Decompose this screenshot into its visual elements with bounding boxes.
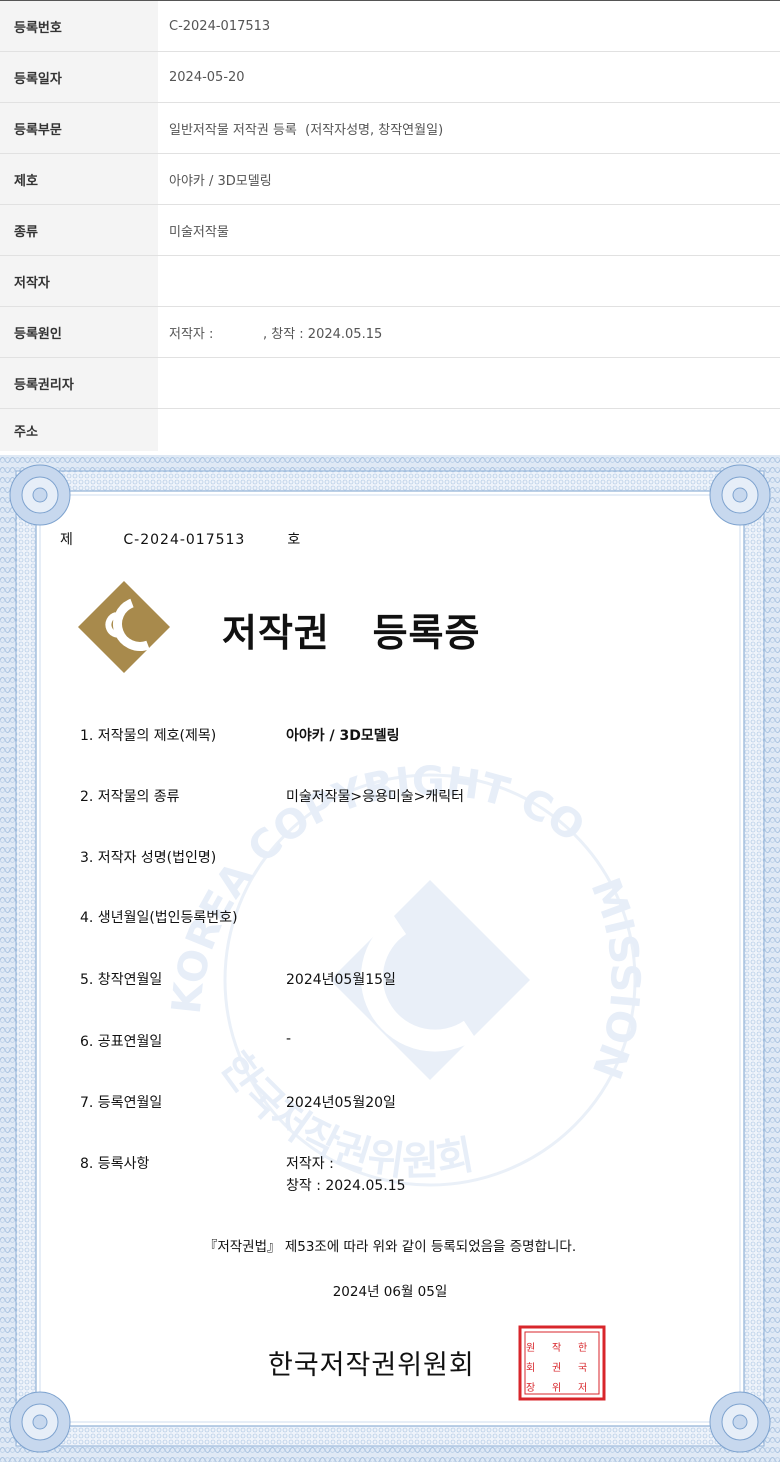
info-label: 등록번호 bbox=[0, 1, 158, 51]
info-row-rights-holder: 등록권리자 bbox=[0, 358, 780, 409]
field-value-registration-items: 저작자 : bbox=[286, 1156, 334, 1172]
info-label: 제호 bbox=[0, 154, 158, 204]
info-row-author: 저작자 bbox=[0, 256, 780, 307]
info-row-title: 제호 아야카 / 3D모델링 bbox=[0, 154, 780, 205]
registration-info-table: 등록번호 C-2024-017513 등록일자 2024-05-20 등록부문 … bbox=[0, 0, 780, 451]
certificate-statement: 『저작권법』 제53조에 따라 위와 같이 등록되었음을 증명합니다. bbox=[203, 1239, 577, 1255]
reg-suffix: 호 bbox=[287, 532, 301, 548]
info-value: 일반저작물 저작권 등록 (저작자성명, 창작연월일) bbox=[169, 122, 444, 138]
field-label-registration-items: 8. 등록사항 bbox=[80, 1156, 150, 1172]
field-value-creation-date: 2024년05월15일 bbox=[286, 972, 396, 988]
field-value-publication-date: - bbox=[286, 1031, 292, 1047]
field-label-author: 3. 저작자 성명(법인명) bbox=[80, 850, 217, 866]
info-label: 주소 bbox=[0, 409, 158, 451]
seal-char: 원 bbox=[526, 1342, 535, 1354]
field-value-registration-items-2: 창작 : 2024.05.15 bbox=[286, 1178, 406, 1194]
info-label: 등록일자 bbox=[0, 52, 158, 102]
info-label: 등록권리자 bbox=[0, 358, 158, 408]
seal-char: 회 bbox=[526, 1362, 535, 1374]
official-seal-icon: 한국저 작권위 원회장 bbox=[518, 1325, 606, 1401]
info-label: 등록원인 bbox=[0, 307, 158, 357]
seal-char: 위 bbox=[552, 1381, 561, 1394]
field-value-title: 아야카 / 3D모델링 bbox=[286, 728, 400, 744]
seal-char: 장 bbox=[526, 1382, 535, 1394]
field-label-birthdate: 4. 생년월일(법인등록번호) bbox=[80, 910, 238, 926]
info-label: 종류 bbox=[0, 205, 158, 255]
reg-prefix: 제 bbox=[60, 532, 74, 548]
info-value: 저작자 : , 창작 : 2024.05.15 bbox=[169, 326, 383, 342]
info-row-reg-category: 등록부문 일반저작물 저작권 등록 (저작자성명, 창작연월일) bbox=[0, 103, 780, 154]
info-row-kind: 종류 미술저작물 bbox=[0, 205, 780, 256]
info-value: 아야카 / 3D모델링 bbox=[169, 173, 272, 189]
field-label-publication-date: 6. 공표연월일 bbox=[80, 1034, 163, 1050]
field-label-creation-date: 5. 창작연월일 bbox=[80, 972, 163, 988]
reg-number: C-2024-017513 bbox=[123, 532, 246, 548]
info-value bbox=[158, 409, 780, 451]
info-row-reg-number: 등록번호 C-2024-017513 bbox=[0, 1, 780, 52]
seal-char: 작 bbox=[552, 1342, 561, 1354]
field-label-registration-date: 7. 등록연월일 bbox=[80, 1095, 163, 1111]
info-row-address: 주소 bbox=[0, 409, 780, 451]
seal-char: 권 bbox=[552, 1362, 561, 1374]
copyright-certificate: KOREA COPYRIGHT COM MISSION 한국저작권위원회 한국저… bbox=[0, 455, 780, 1462]
info-value bbox=[158, 358, 780, 408]
info-row-reg-date: 등록일자 2024-05-20 bbox=[0, 52, 780, 103]
seal-char: 저 bbox=[578, 1382, 587, 1394]
field-label-kind: 2. 저작물의 종류 bbox=[80, 789, 180, 805]
seal-char: 한 bbox=[578, 1342, 587, 1354]
field-label-title: 1. 저작물의 제호(제목) bbox=[80, 728, 217, 744]
certificate-reg-number: 제 C-2024-017513 호 bbox=[60, 529, 301, 549]
field-value-kind: 미술저작물>응용미술>캐릭터 bbox=[286, 789, 465, 805]
info-value: C-2024-017513 bbox=[169, 18, 271, 34]
info-value: 미술저작물 bbox=[169, 224, 229, 240]
certificate-issue-date: 2024년 06월 05일 bbox=[332, 1284, 448, 1300]
info-label: 등록부문 bbox=[0, 103, 158, 153]
field-value-registration-date: 2024년05월20일 bbox=[286, 1095, 396, 1111]
info-row-reg-cause: 등록원인 저작자 : , 창작 : 2024.05.15 bbox=[0, 307, 780, 358]
info-value bbox=[158, 256, 780, 306]
seal-char: 국 bbox=[578, 1362, 587, 1374]
issuing-organization: 한국저작권위원회 bbox=[268, 1350, 475, 1381]
info-label: 저작자 bbox=[0, 256, 158, 306]
certificate-title: 저작권 등록증 bbox=[222, 611, 481, 655]
info-value: 2024-05-20 bbox=[169, 69, 245, 85]
